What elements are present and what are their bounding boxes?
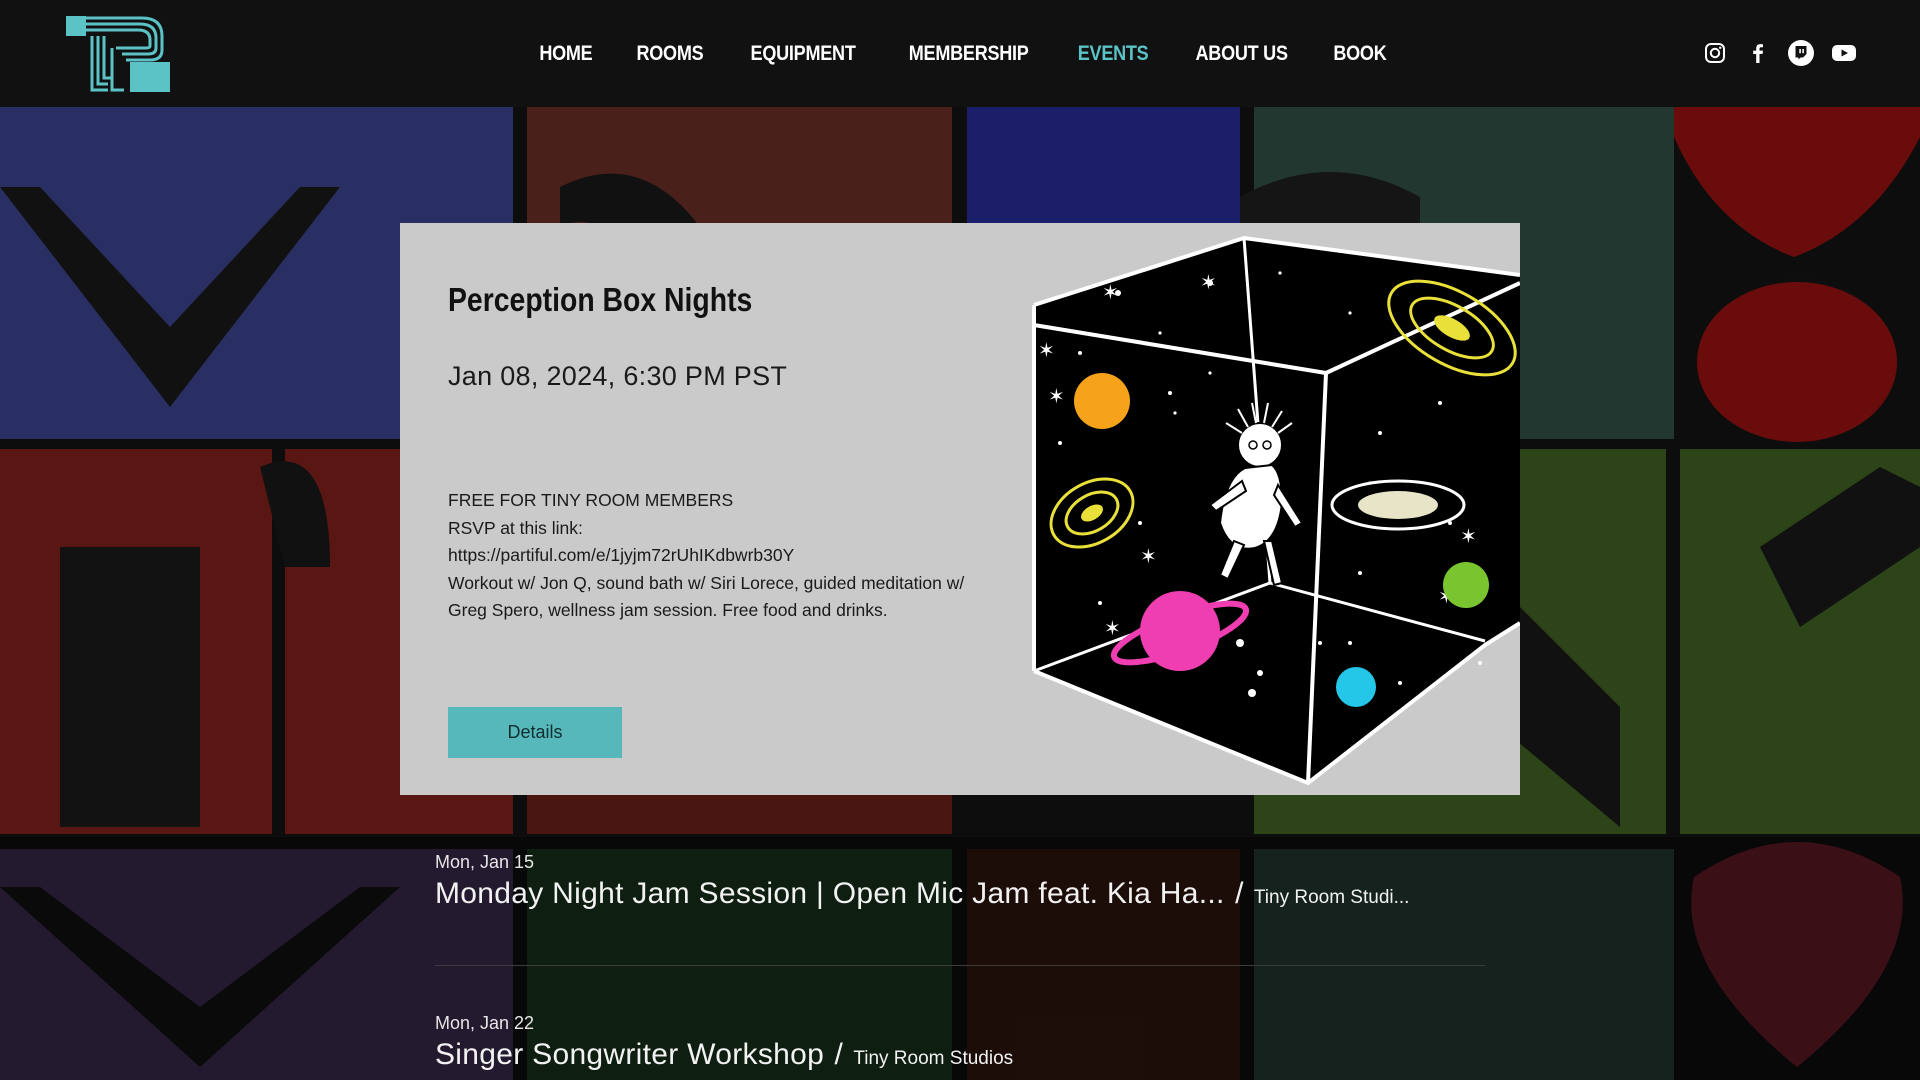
svg-text:✶: ✶ — [1038, 338, 1055, 362]
event-list-item[interactable]: Mon, Jan 15 Monday Night Jam Session | O… — [435, 852, 1485, 911]
event-date: Mon, Jan 15 — [435, 852, 535, 872]
nav-equipment[interactable]: EQUIPMENT — [751, 42, 856, 66]
list-divider — [435, 965, 1485, 966]
svg-text:✶: ✶ — [1102, 280, 1119, 304]
social-links — [1701, 39, 1858, 67]
details-button[interactable]: Details — [448, 707, 622, 758]
site-header: HOME ROOMS EQUIPMENT MEMBERSHIP EVENTS A… — [0, 0, 1920, 107]
event-date: Mon, Jan 22 — [435, 1013, 535, 1033]
description-line: FREE FOR TINY ROOM MEMBERS — [448, 490, 734, 510]
event-description: FREE FOR TINY ROOM MEMBERS RSVP at this … — [448, 487, 988, 625]
description-line: RSVP at this link: — [448, 517, 583, 538]
instagram-icon[interactable] — [1701, 39, 1729, 67]
event-title[interactable]: Singer Songwriter Workshop — [435, 1038, 824, 1071]
main-nav: HOME ROOMS EQUIPMENT MEMBERSHIP EVENTS A… — [0, 0, 1920, 107]
svg-text:✶: ✶ — [1140, 544, 1157, 568]
svg-text:✶: ✶ — [1460, 524, 1477, 548]
twitch-icon[interactable] — [1787, 39, 1815, 67]
nav-home[interactable]: HOME — [539, 42, 592, 66]
youtube-icon[interactable] — [1830, 39, 1858, 67]
nav-membership[interactable]: MEMBERSHIP — [908, 42, 1028, 66]
description-line: Workout w/ Jon Q, sound bath w/ Siri Lor… — [448, 572, 965, 621]
perception-box-illustration: ✶✶✶ ✶✶✶ ✶✶ — [1032, 235, 1520, 786]
nav-events[interactable]: EVENTS — [1078, 42, 1149, 66]
event-venue: Tiny Room Studi... — [1253, 887, 1410, 908]
event-date: Jan 08, 2024, 6:30 PM PST — [448, 361, 788, 391]
facebook-icon[interactable] — [1744, 39, 1772, 67]
title-separator: / — [1235, 877, 1244, 910]
featured-event-card: Perception Box Nights Jan 08, 2024, 6:30… — [400, 223, 1520, 795]
event-title[interactable]: Perception Box Nights — [448, 281, 752, 319]
svg-text:✶: ✶ — [1048, 384, 1065, 408]
event-title[interactable]: Monday Night Jam Session | Open Mic Jam … — [435, 877, 1225, 910]
nav-rooms[interactable]: ROOMS — [636, 42, 703, 66]
nav-book[interactable]: BOOK — [1334, 42, 1387, 66]
event-list-item[interactable]: Mon, Jan 22 Singer Songwriter Workshop /… — [435, 1013, 1485, 1072]
svg-text:✶: ✶ — [1104, 616, 1121, 640]
title-separator: / — [834, 1038, 843, 1071]
nav-about-us[interactable]: ABOUT US — [1196, 42, 1289, 66]
rsvp-link[interactable]: https://partiful.com/e/1jyjm72rUhIKdbwrb… — [448, 542, 988, 570]
svg-text:✶: ✶ — [1200, 270, 1217, 294]
event-venue: Tiny Room Studios — [853, 1048, 1014, 1069]
